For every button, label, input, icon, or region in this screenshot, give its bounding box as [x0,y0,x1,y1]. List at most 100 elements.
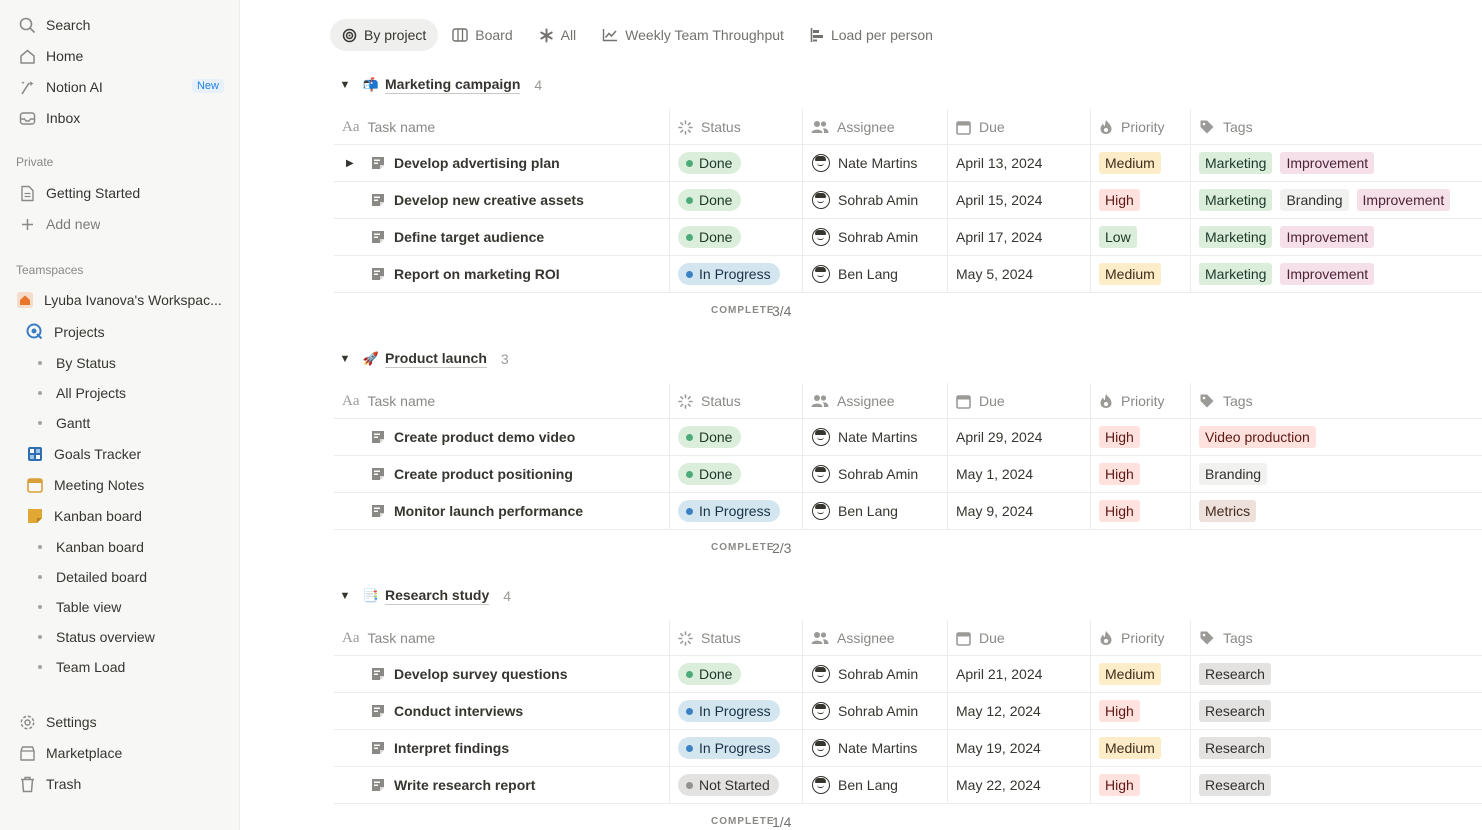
task-cell[interactable]: Create product positioning [371,456,573,492]
task-name[interactable]: Define target audience [394,229,544,245]
task-cell[interactable]: Write research report [371,767,535,803]
table-row[interactable]: Define target audience Done Sohrab Amin … [334,219,1482,256]
task-name[interactable]: Report on marketing ROI [394,266,560,282]
column-header-status[interactable]: Status [678,383,741,419]
tags-cell[interactable]: Research [1199,730,1279,766]
collapse-toggle-icon[interactable]: ▼ [334,353,356,365]
priority-badge[interactable]: High [1099,500,1140,522]
priority-cell[interactable]: Medium [1099,656,1169,692]
tag-pill[interactable]: Branding [1199,463,1268,485]
due-cell[interactable]: May 19, 2024 [956,730,1041,766]
column-header-tags[interactable]: Tags [1199,109,1253,145]
due-cell[interactable]: May 9, 2024 [956,493,1033,529]
status-cell[interactable]: In Progress [678,493,780,529]
status-cell[interactable]: In Progress [678,730,780,766]
status-badge[interactable]: Done [678,226,742,248]
tab-board[interactable]: Board [440,19,524,51]
task-cell[interactable]: Create product demo video [371,419,575,455]
priority-badge[interactable]: Medium [1099,663,1161,685]
column-header-status[interactable]: Status [678,620,741,656]
status-badge[interactable]: Done [678,426,742,448]
tag-pill[interactable]: Improvement [1280,152,1375,174]
assignee-cell[interactable]: Ben Lang [812,767,898,803]
due-cell[interactable]: April 17, 2024 [956,219,1042,255]
status-cell[interactable]: Done [678,456,742,492]
tags-cell[interactable]: Marketing Improvement [1199,219,1382,255]
group-title[interactable]: Marketing campaign [385,76,521,94]
table-row[interactable]: Develop new creative assets Done Sohrab … [334,182,1482,219]
task-cell[interactable]: Conduct interviews [371,693,523,729]
priority-badge[interactable]: Low [1099,226,1137,248]
due-cell[interactable]: April 13, 2024 [956,145,1042,181]
column-header-tags[interactable]: Tags [1199,620,1253,656]
sidebar-settings[interactable]: Settings [8,708,232,736]
sidebar-sub-team-load[interactable]: Team Load [38,654,125,680]
table-row[interactable]: Write research report Not Started Ben La… [334,767,1482,804]
assignee-cell[interactable]: Ben Lang [812,256,898,292]
table-row[interactable]: Create product demo video Done Nate Mart… [334,419,1482,456]
collapse-toggle-icon[interactable]: ▼ [334,590,356,602]
task-name[interactable]: Develop new creative assets [394,192,584,208]
priority-cell[interactable]: High [1099,419,1148,455]
sidebar-inbox[interactable]: Inbox [8,104,232,132]
column-header-assignee[interactable]: Assignee [811,383,895,419]
priority-badge[interactable]: High [1099,463,1140,485]
task-name[interactable]: Develop survey questions [394,666,568,682]
status-badge[interactable]: Done [678,152,742,174]
priority-badge[interactable]: Medium [1099,152,1161,174]
tags-cell[interactable]: Branding [1199,456,1275,492]
tab-all[interactable]: All [527,19,589,51]
tags-cell[interactable]: Marketing Branding Improvement [1199,182,1458,218]
status-cell[interactable]: Done [678,419,742,455]
task-cell[interactable]: Interpret findings [371,730,509,766]
sidebar-meeting-notes[interactable]: Meeting Notes [16,471,232,499]
group-title[interactable]: Product launch [385,350,487,368]
tag-pill[interactable]: Marketing [1199,226,1273,248]
due-cell[interactable]: May 5, 2024 [956,256,1033,292]
task-name[interactable]: Develop advertising plan [394,155,560,171]
task-name[interactable]: Write research report [394,777,535,793]
status-badge[interactable]: Done [678,463,742,485]
priority-cell[interactable]: Low [1099,219,1145,255]
tag-pill[interactable]: Research [1199,774,1271,796]
task-name[interactable]: Create product demo video [394,429,575,445]
sidebar-sub-detailed-board[interactable]: Detailed board [38,564,147,590]
column-header-tags[interactable]: Tags [1199,383,1253,419]
tag-pill[interactable]: Improvement [1280,263,1375,285]
priority-badge[interactable]: High [1099,774,1140,796]
priority-badge[interactable]: High [1099,426,1140,448]
tag-pill[interactable]: Improvement [1356,189,1451,211]
tag-pill[interactable]: Marketing [1199,152,1273,174]
task-cell[interactable]: Develop advertising plan [371,145,560,181]
sidebar-search[interactable]: Search [8,11,232,39]
sidebar-workspace[interactable]: Lyuba Ivanova's Workspac... [8,286,232,314]
task-name[interactable]: Create product positioning [394,466,573,482]
status-badge[interactable]: Done [678,189,742,211]
due-cell[interactable]: May 1, 2024 [956,456,1033,492]
status-cell[interactable]: In Progress [678,256,780,292]
table-row[interactable]: ▶ Develop advertising plan Done Nate Mar… [334,145,1482,182]
assignee-cell[interactable]: Nate Martins [812,145,917,181]
tags-cell[interactable]: Marketing Improvement [1199,256,1382,292]
column-header-due[interactable]: Due [956,383,1005,419]
due-cell[interactable]: April 21, 2024 [956,656,1042,692]
table-row[interactable]: Create product positioning Done Sohrab A… [334,456,1482,493]
status-cell[interactable]: Done [678,182,742,218]
status-cell[interactable]: Not Started [678,767,779,803]
task-cell[interactable]: Report on marketing ROI [371,256,560,292]
task-cell[interactable]: Define target audience [371,219,544,255]
sidebar-goals-tracker[interactable]: Goals Tracker [16,440,232,468]
column-header-priority[interactable]: Priority [1099,383,1165,419]
status-badge[interactable]: In Progress [678,263,780,285]
column-header-priority[interactable]: Priority [1099,620,1165,656]
status-badge[interactable]: In Progress [678,700,780,722]
status-badge[interactable]: Done [678,663,742,685]
tags-cell[interactable]: Metrics [1199,493,1264,529]
priority-cell[interactable]: High [1099,693,1148,729]
tag-pill[interactable]: Marketing [1199,189,1273,211]
priority-cell[interactable]: Medium [1099,730,1169,766]
tag-pill[interactable]: Research [1199,663,1271,685]
tags-cell[interactable]: Research [1199,693,1279,729]
sidebar-sub-all-projects[interactable]: All Projects [38,380,126,406]
tab-weekly-team-throughput[interactable]: Weekly Team Throughput [590,19,796,51]
